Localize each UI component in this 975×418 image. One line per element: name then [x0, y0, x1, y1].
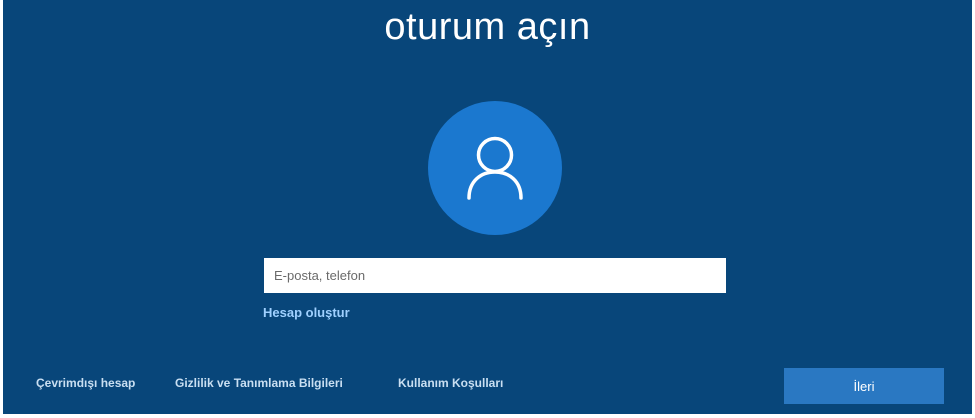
user-icon — [467, 136, 523, 200]
offline-account-link[interactable]: Çevrimdışı hesap — [36, 376, 135, 390]
user-avatar — [428, 101, 562, 235]
next-button[interactable]: İleri — [784, 368, 944, 404]
page-title: oturum açın — [384, 6, 591, 48]
signin-screen: oturum açın Hesap oluştur Çevrimdışı hes… — [3, 0, 972, 414]
terms-of-use-link[interactable]: Kullanım Koşulları — [398, 376, 503, 390]
privacy-cookies-link[interactable]: Gizlilik ve Tanımlama Bilgileri — [175, 376, 343, 390]
create-account-link[interactable]: Hesap oluştur — [263, 305, 350, 320]
email-phone-input[interactable] — [264, 258, 726, 293]
